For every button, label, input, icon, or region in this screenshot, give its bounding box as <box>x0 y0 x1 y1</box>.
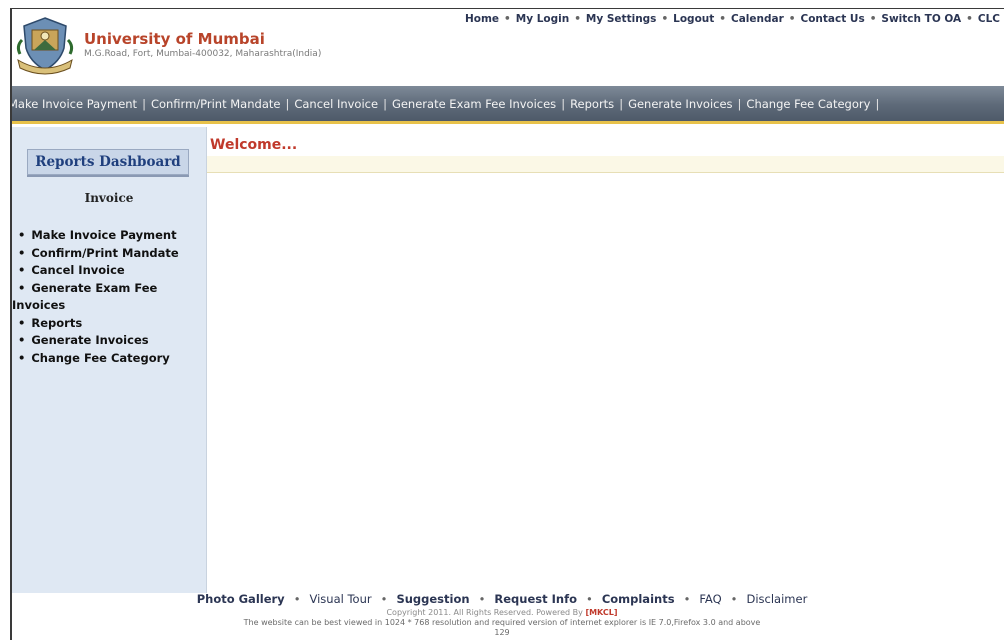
top-link-switch-to-oa[interactable]: Switch TO OA <box>881 13 961 25</box>
welcome-heading: Welcome... <box>210 137 298 153</box>
nav-generate-exam-fee-invoices[interactable]: Generate Exam Fee Invoices <box>392 97 556 111</box>
separator: • <box>661 13 669 25</box>
main-content-area <box>207 173 1004 593</box>
bullet-icon: • <box>18 315 26 330</box>
top-link-calendar[interactable]: Calendar <box>731 13 784 25</box>
top-link-clc[interactable]: CLC <box>978 13 1000 25</box>
footer-links: Photo Gallery • Visual Tour • Suggestion… <box>0 592 1004 606</box>
reports-dashboard-title: Reports Dashboard <box>27 149 189 175</box>
separator: • <box>730 592 738 606</box>
footer-link-request-info[interactable]: Request Info <box>494 592 577 606</box>
nav-change-fee-category[interactable]: Change Fee Category <box>746 97 870 111</box>
sidebar-item-generate-exam-fee-invoices[interactable]: • Generate Exam Fee Invoices <box>12 280 198 315</box>
top-link-contact-us[interactable]: Contact Us <box>801 13 865 25</box>
sidebar-item-label: Generate Exam Fee <box>31 280 158 295</box>
nav-cancel-invoice[interactable]: Cancel Invoice <box>294 97 378 111</box>
sidebar-item-label: Confirm/Print Mandate <box>31 245 179 260</box>
sidebar-item-confirm-print-mandate[interactable]: • Confirm/Print Mandate <box>12 245 198 263</box>
sidebar-item-label: Reports <box>31 315 83 330</box>
separator: | <box>383 96 387 111</box>
top-link-logout[interactable]: Logout <box>673 13 714 25</box>
separator: | <box>619 96 624 111</box>
visitor-counter: 129 <box>494 628 510 637</box>
separator: • <box>869 13 877 25</box>
top-link-my-login[interactable]: My Login <box>516 13 569 25</box>
nav-reports[interactable]: Reports <box>570 97 614 111</box>
copyright-text: Copyright 2011. All Rights Reserved. Pow… <box>386 608 583 617</box>
browser-note: The website can be best viewed in 1024 *… <box>243 618 761 627</box>
sidebar-item-label: Change Fee Category <box>31 350 170 365</box>
footer-link-faq[interactable]: FAQ <box>699 592 721 606</box>
bullet-icon: • <box>18 333 26 347</box>
separator: • <box>683 592 691 606</box>
separator: | <box>285 96 290 111</box>
bullet-icon: • <box>18 245 26 260</box>
university-crest-icon <box>14 14 76 76</box>
mkcl-link[interactable]: [MKCL] <box>585 608 617 617</box>
top-links: Home • My Login • My Settings • Logout •… <box>465 13 1000 25</box>
nav-make-invoice-payment[interactable]: Make Invoice Payment <box>12 97 137 111</box>
sidebar: Reports Dashboard Invoice • Make Invoice … <box>12 127 207 593</box>
sidebar-item-label: Cancel Invoice <box>31 263 125 277</box>
sidebar-item-label: Make Invoice Payment <box>31 228 177 242</box>
sidebar-item-label: Generate Invoices <box>31 333 149 347</box>
separator: • <box>478 592 486 606</box>
sidebar-item-change-fee-category[interactable]: • Change Fee Category <box>12 350 198 368</box>
bullet-icon: • <box>18 350 26 365</box>
separator: • <box>788 13 796 25</box>
sidebar-link-list: • Make Invoice Payment • Confirm/Print Man… <box>12 227 198 367</box>
sidebar-item-generate-invoices[interactable]: • Generate Invoices <box>12 332 198 350</box>
separator: • <box>966 13 973 25</box>
separator: • <box>504 13 511 25</box>
footer-link-complaints[interactable]: Complaints <box>602 592 675 606</box>
sidebar-item-cancel-invoice[interactable]: • Cancel Invoice <box>12 262 198 280</box>
bullet-icon: • <box>18 228 26 242</box>
separator: • <box>380 592 388 606</box>
footer-link-disclaimer[interactable]: Disclaimer <box>746 592 807 606</box>
separator: | <box>561 96 566 111</box>
sidebar-item-label-continued: Invoices <box>12 298 66 312</box>
separator: • <box>586 592 593 606</box>
copyright-line: Copyright 2011. All Rights Reserved. Pow… <box>0 608 1004 617</box>
top-link-my-settings[interactable]: My Settings <box>586 13 657 25</box>
separator: | <box>142 96 146 111</box>
main-nav-bar: Make Invoice Payment | Confirm/Print Man… <box>12 86 1004 124</box>
site-title: University of Mumbai <box>84 30 265 48</box>
sidebar-section-heading: Invoice <box>84 191 134 205</box>
separator: | <box>737 96 742 111</box>
footer-link-visual-tour[interactable]: Visual Tour <box>310 592 372 606</box>
separator: • <box>293 592 301 606</box>
welcome-strip <box>207 156 1004 173</box>
top-link-home[interactable]: Home <box>465 13 499 25</box>
footer-link-photo-gallery[interactable]: Photo Gallery <box>197 592 285 606</box>
bullet-icon: • <box>18 263 26 277</box>
separator: | <box>875 96 880 111</box>
nav-confirm-print-mandate[interactable]: Confirm/Print Mandate <box>151 97 281 111</box>
separator: • <box>719 13 727 25</box>
nav-generate-invoices[interactable]: Generate Invoices <box>628 97 732 111</box>
separator: • <box>574 13 581 25</box>
footer-link-suggestion[interactable]: Suggestion <box>396 592 469 606</box>
bullet-icon: • <box>18 280 26 295</box>
sidebar-item-make-invoice-payment[interactable]: • Make Invoice Payment <box>12 227 198 245</box>
sidebar-item-reports[interactable]: • Reports <box>12 315 198 333</box>
site-address: M.G.Road, Fort, Mumbai-400032, Maharasht… <box>84 49 322 59</box>
